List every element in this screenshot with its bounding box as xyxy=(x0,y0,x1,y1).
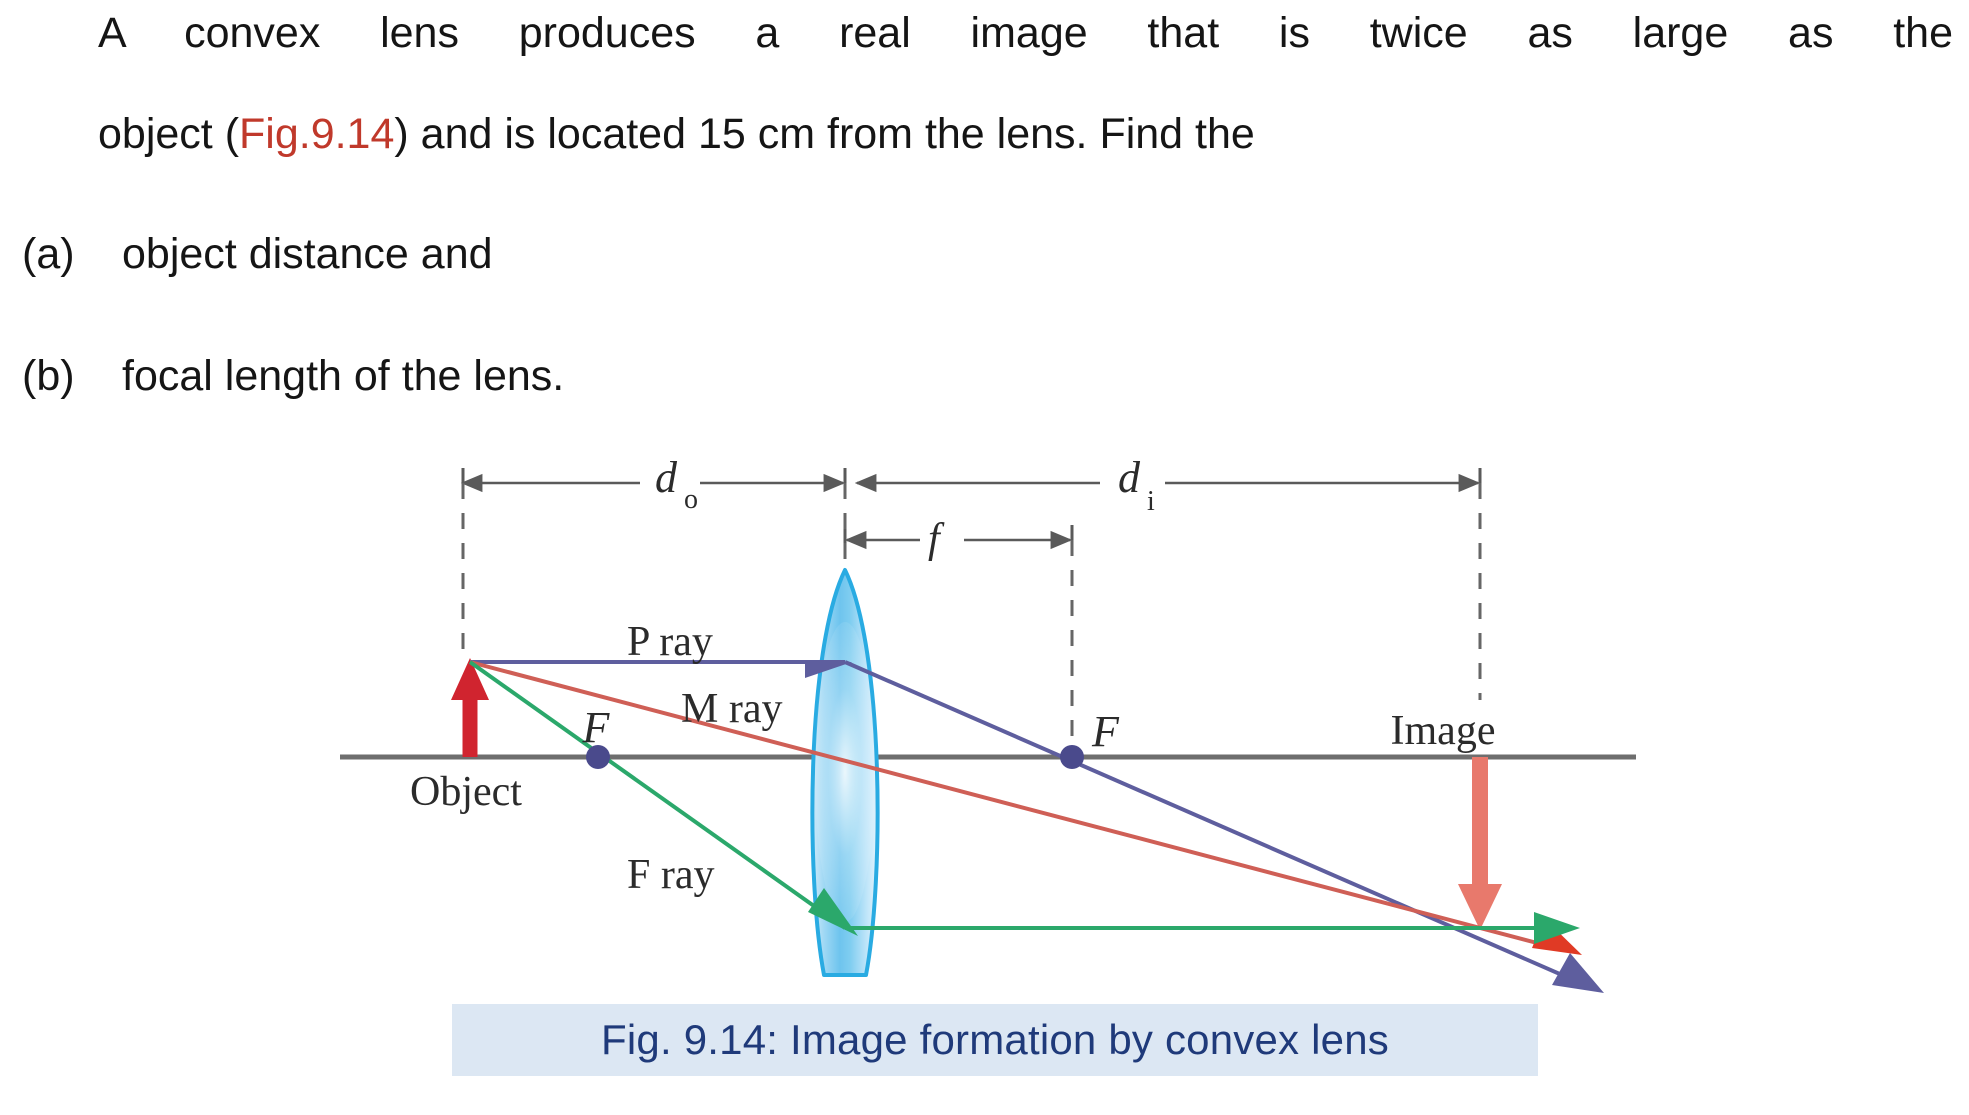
figure-caption-box: Fig. 9.14: Image formation by convex len… xyxy=(452,1004,1538,1076)
dimension-label-di-subscript: i xyxy=(1147,486,1155,517)
list-item-a: (a) object distance and xyxy=(22,230,493,279)
dimension-label-do: d xyxy=(655,453,678,502)
p-ray-label: P ray xyxy=(627,619,713,665)
dimension-focal-length: f xyxy=(843,516,1074,562)
object-arrow-head xyxy=(451,658,489,700)
list-text-a: object distance and xyxy=(122,230,493,278)
lens-highlight xyxy=(815,622,875,922)
m-ray-line xyxy=(469,660,1561,951)
image-arrow xyxy=(1458,757,1502,930)
problem-line-2: object (Fig.9.14) and is located 15 cm f… xyxy=(98,113,1255,156)
dimension-image-distance: d i xyxy=(854,453,1482,517)
focal-point-left-label: F xyxy=(582,703,611,752)
f-ray xyxy=(468,660,1580,944)
image-label: Image xyxy=(1391,708,1496,754)
p-ray-arrowhead-lens xyxy=(805,662,852,678)
focal-point-left-dot xyxy=(586,745,610,769)
p-ray-arrowhead-end xyxy=(1552,953,1604,993)
f-ray-arrowhead-lens xyxy=(808,888,858,936)
object-label: Object xyxy=(410,769,522,815)
focal-point-right-label: F xyxy=(1091,707,1120,756)
dimension-label-di: d xyxy=(1118,453,1141,502)
m-ray-arrowhead xyxy=(1532,918,1582,955)
ray-diagram-figure: d o d i f F F Object Image P ray M ray F… xyxy=(0,0,1969,1115)
p-ray-refracted xyxy=(844,660,1586,987)
list-marker-a: (a) xyxy=(22,230,75,278)
lens-body xyxy=(810,568,880,977)
problem-line-1: A convex lens produces a real image that… xyxy=(98,9,1953,57)
object-arrow xyxy=(451,658,489,757)
convex-lens xyxy=(810,568,880,977)
list-text-b: focal length of the lens. xyxy=(122,352,565,400)
f-ray-incident xyxy=(468,660,847,930)
list-item-b: (b) focal length of the lens. xyxy=(22,352,564,401)
dimension-label-do-subscript: o xyxy=(684,484,698,515)
p-ray xyxy=(470,660,1604,993)
f-ray-label: F ray xyxy=(627,852,715,898)
list-marker-b: (b) xyxy=(22,352,75,400)
figure-caption-text: Fig. 9.14: Image formation by convex len… xyxy=(601,1016,1389,1063)
m-ray xyxy=(469,660,1582,955)
dimension-object-distance: d o xyxy=(460,453,847,515)
m-ray-label: M ray xyxy=(681,686,782,732)
problem-line-2-after: ) and is located 15 cm from the lens. Fi… xyxy=(394,110,1255,158)
problem-line-2-before: object ( xyxy=(98,110,240,158)
image-arrow-head xyxy=(1458,884,1502,930)
figure-reference-link[interactable]: Fig.9.14 xyxy=(239,110,394,158)
dimension-label-f: f xyxy=(928,516,945,562)
f-ray-arrowhead-end xyxy=(1534,912,1580,944)
focal-point-right-dot xyxy=(1060,745,1084,769)
